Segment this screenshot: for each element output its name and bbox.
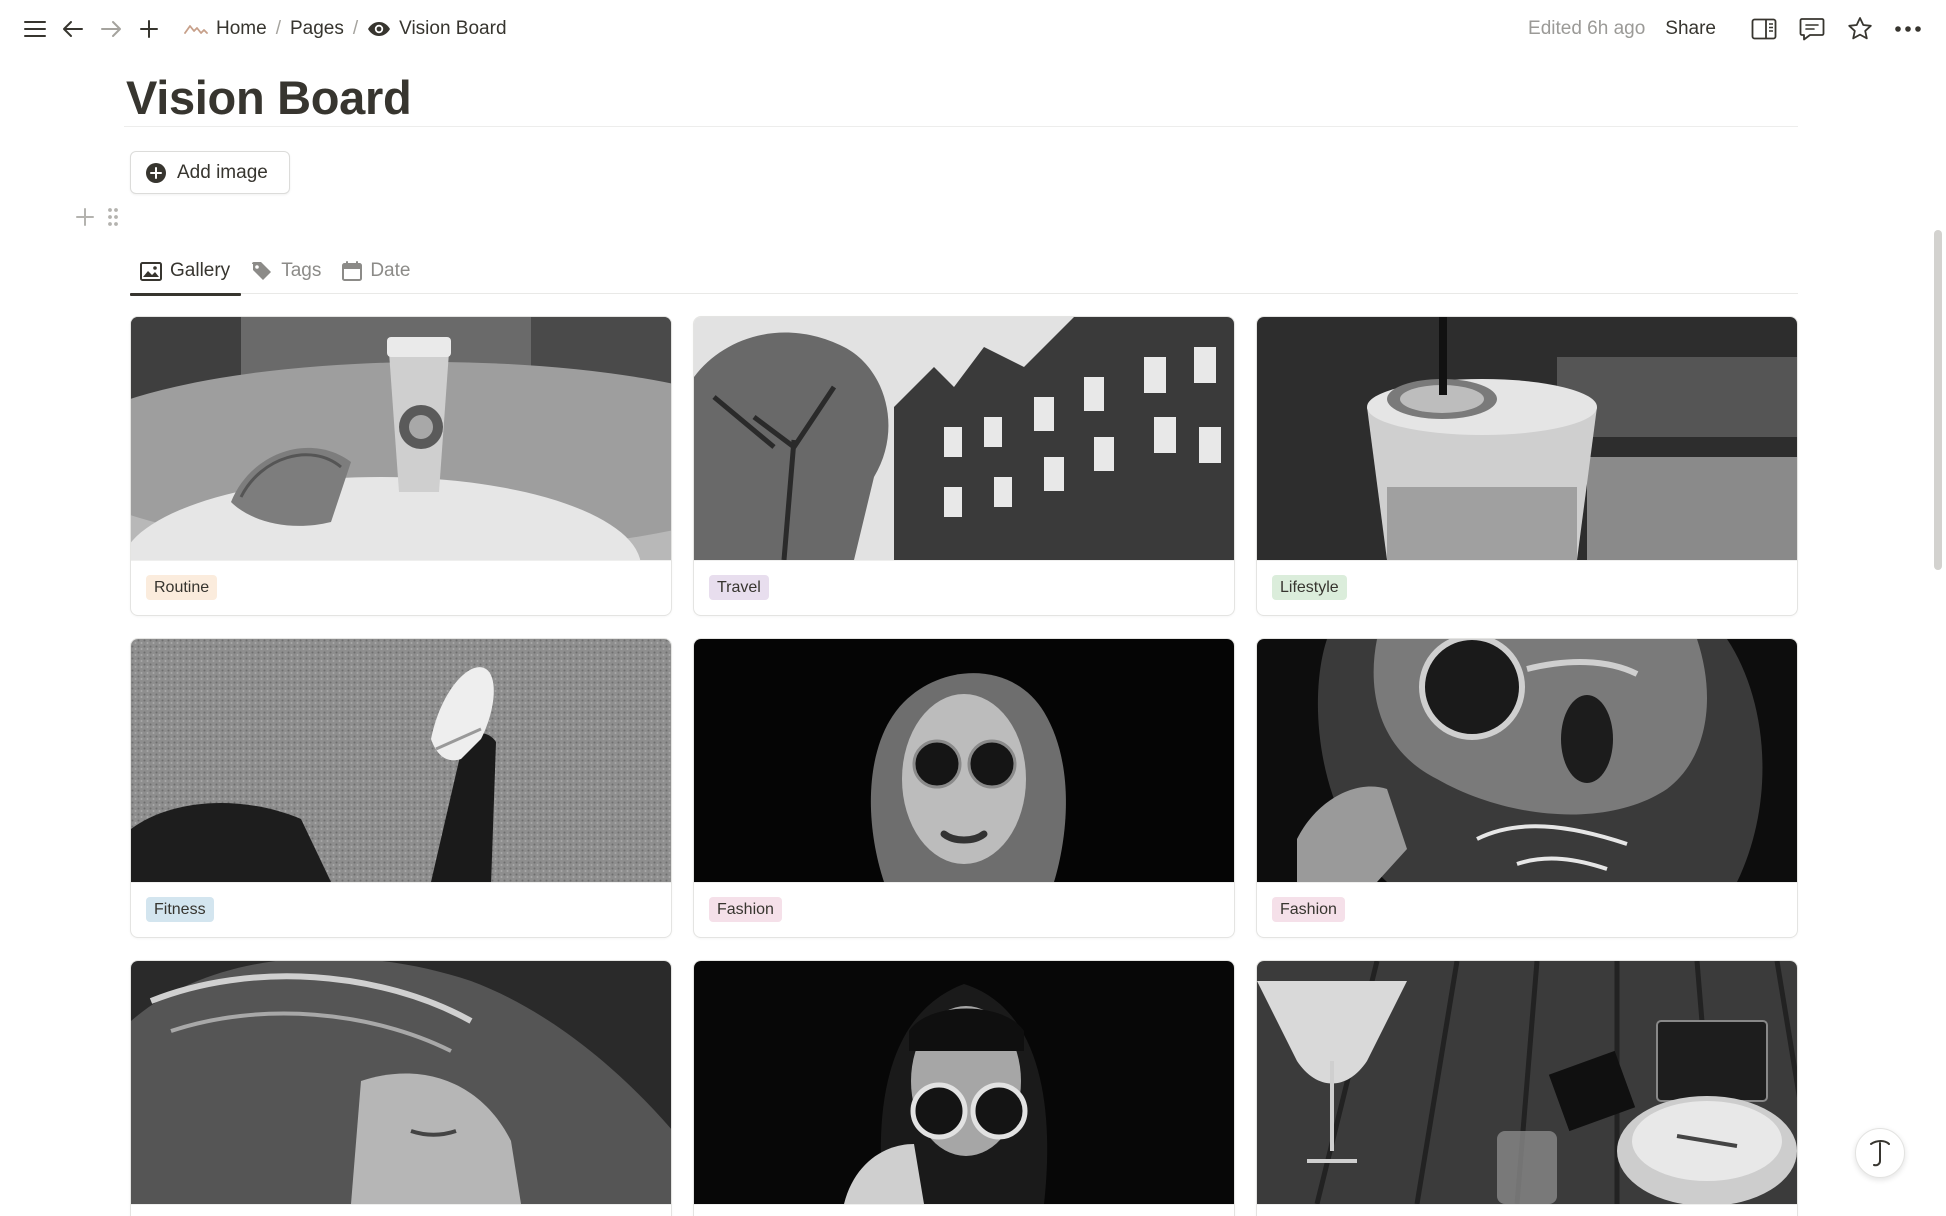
tag-badge: Fashion (1272, 897, 1345, 922)
card-cover-image (694, 961, 1234, 1204)
top-bar: Home / Pages / Vision Board Edited 6h ag… (0, 0, 1946, 58)
card-cover-image (1257, 639, 1797, 882)
tab-tags-label: Tags (281, 260, 322, 281)
help-button[interactable] (1855, 1128, 1905, 1178)
tab-date-label: Date (370, 260, 411, 281)
comments-button[interactable] (1792, 9, 1832, 49)
home-sketch-icon (184, 21, 208, 37)
breadcrumb-separator: / (352, 18, 359, 39)
notion-ai-icon (1870, 1140, 1890, 1167)
card-footer: Routine (131, 560, 671, 615)
breadcrumb-separator: / (275, 18, 281, 39)
tag-badge: Travel (709, 575, 769, 600)
add-block-icon[interactable] (74, 206, 96, 228)
gallery-card[interactable] (130, 960, 672, 1216)
tag-badge: Lifestyle (1272, 575, 1347, 600)
gallery-card[interactable]: Fitness (130, 638, 672, 938)
gallery-card[interactable] (693, 960, 1235, 1216)
card-cover-image (694, 639, 1234, 882)
card-cover-image (1257, 961, 1797, 1204)
plus-icon (140, 20, 158, 38)
forward-arrow-icon (101, 21, 121, 37)
breadcrumb-home-label: Home (216, 18, 267, 39)
card-cover-image (694, 317, 1234, 560)
top-bar-left: Home / Pages / Vision Board (18, 12, 513, 46)
tag-badge: Fashion (709, 897, 782, 922)
gallery-card[interactable]: Fashion (693, 638, 1235, 938)
forward-button[interactable] (94, 12, 128, 46)
breadcrumb-pages[interactable]: Pages (284, 14, 350, 44)
scrollbar-thumb[interactable] (1934, 230, 1942, 570)
breadcrumb-home[interactable]: Home (178, 14, 273, 44)
add-image-label: Add image (177, 161, 268, 183)
card-footer: Fitness (131, 882, 671, 937)
card-cover-image (131, 317, 671, 560)
card-cover-image (131, 639, 671, 882)
tab-gallery-label: Gallery (170, 260, 231, 281)
side-peek-button[interactable] (1744, 9, 1784, 49)
block-handles (74, 206, 130, 228)
more-icon (1895, 26, 1921, 32)
card-footer (1257, 1204, 1797, 1216)
app-window: Home / Pages / Vision Board Edited 6h ag… (0, 0, 1946, 1216)
star-icon (1848, 17, 1872, 40)
comment-icon (1799, 18, 1825, 41)
menu-button[interactable] (18, 12, 52, 46)
card-footer (694, 1204, 1234, 1216)
back-button[interactable] (56, 12, 90, 46)
gallery-card[interactable]: Fashion (1256, 638, 1798, 938)
image-icon (140, 261, 162, 281)
breadcrumb-vision-board-label: Vision Board (399, 18, 507, 39)
more-button[interactable] (1888, 9, 1928, 49)
new-page-button[interactable] (132, 12, 166, 46)
tag-badge: Routine (146, 575, 218, 600)
card-footer: Travel (694, 560, 1234, 615)
card-cover-image (131, 961, 671, 1204)
top-bar-right: Edited 6h ago Share (1528, 9, 1928, 49)
side-peek-icon (1751, 18, 1777, 40)
tab-tags[interactable]: Tags (241, 248, 332, 294)
calendar-icon (342, 261, 363, 281)
view-tabs: Gallery Tags Date (130, 248, 1798, 296)
gallery-card[interactable]: Lifestyle (1256, 316, 1798, 616)
card-footer: Fashion (1257, 882, 1797, 937)
gallery-card[interactable]: Travel (693, 316, 1235, 616)
tag-icon (251, 261, 273, 281)
gallery-card[interactable] (1256, 960, 1798, 1216)
add-image-button[interactable]: Add image (130, 151, 290, 194)
card-footer: Fashion (694, 882, 1234, 937)
breadcrumb-vision-board[interactable]: Vision Board (361, 14, 512, 44)
favorite-button[interactable] (1840, 9, 1880, 49)
tab-gallery[interactable]: Gallery (130, 248, 242, 296)
back-arrow-icon (63, 21, 83, 37)
menu-icon (24, 21, 46, 37)
drag-handle-icon[interactable] (106, 206, 120, 228)
card-footer: Lifestyle (1257, 560, 1797, 615)
plus-circle-icon (145, 162, 167, 184)
title-divider (124, 126, 1798, 127)
breadcrumb-pages-label: Pages (289, 18, 344, 39)
tag-badge: Fitness (146, 897, 214, 922)
tab-date[interactable]: Date (332, 248, 421, 294)
share-button[interactable]: Share (1659, 14, 1722, 44)
card-footer (131, 1204, 671, 1216)
edited-timestamp: Edited 6h ago (1528, 18, 1646, 39)
eye-icon (367, 21, 391, 37)
breadcrumb: Home / Pages / Vision Board (178, 14, 513, 44)
card-cover-image (1257, 317, 1797, 560)
gallery-card[interactable]: Routine (130, 316, 672, 616)
page-title[interactable]: Vision Board (126, 70, 412, 125)
